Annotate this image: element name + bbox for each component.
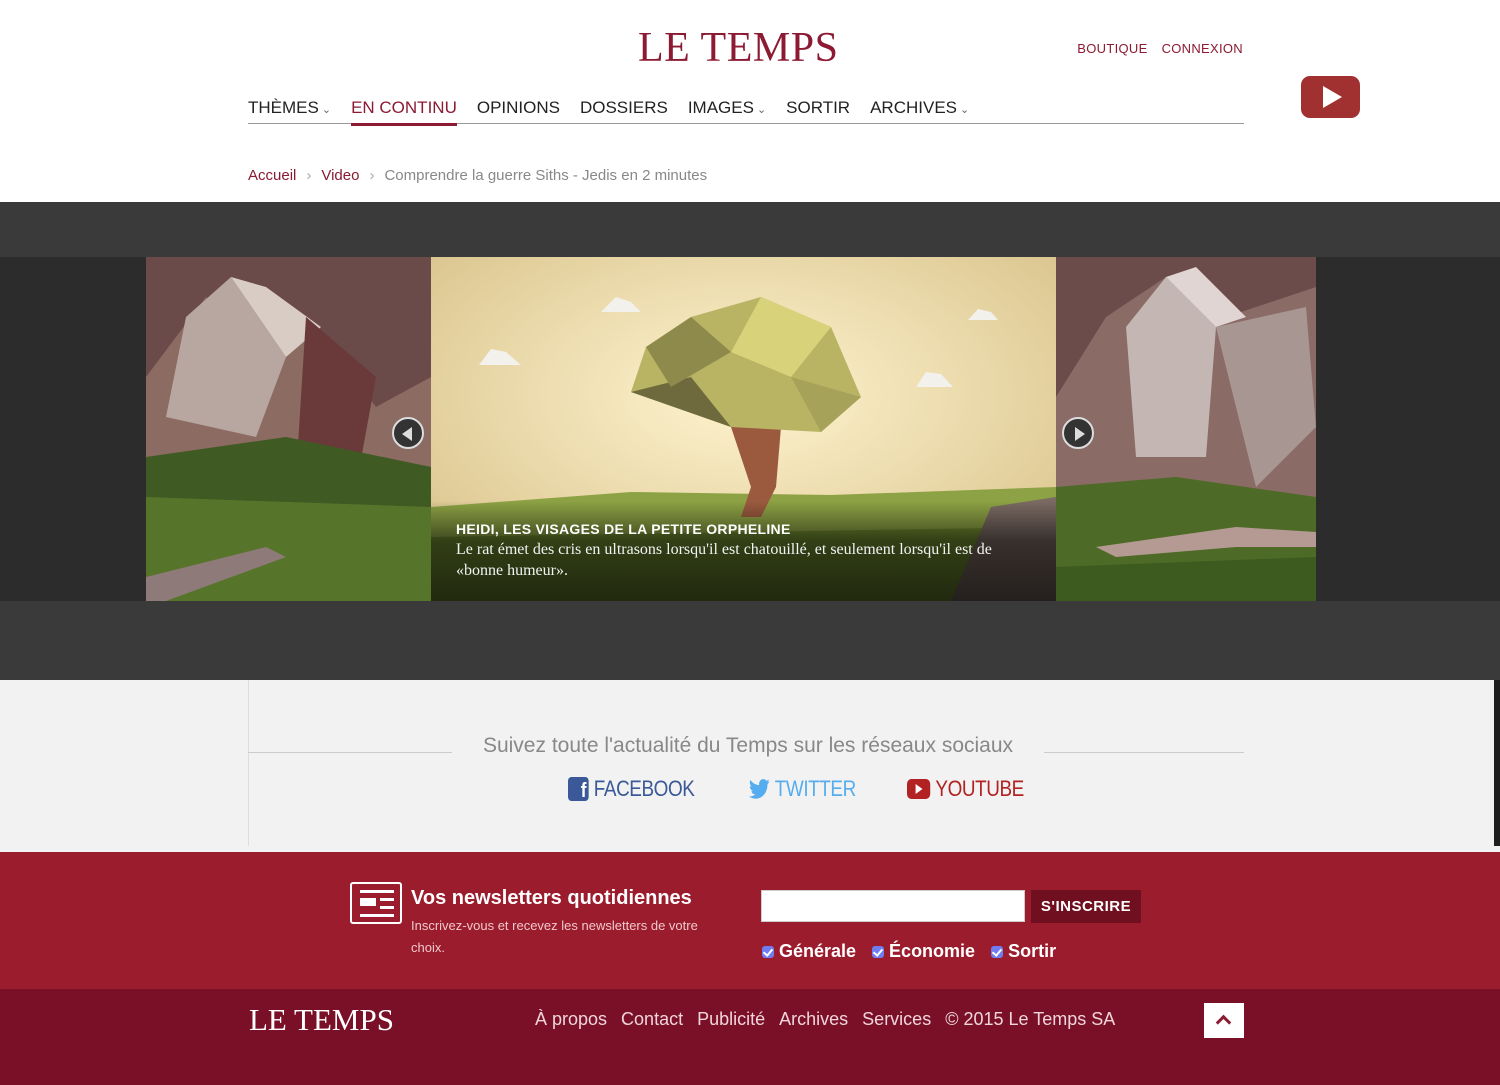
newsletter-options: Générale Économie Sortir bbox=[762, 941, 1056, 962]
chevron-up-icon bbox=[1215, 1014, 1232, 1031]
footer-logo[interactable]: LE TEMPS bbox=[249, 1002, 394, 1038]
nav-item-archives[interactable]: ARCHIVES ⌄ bbox=[870, 98, 969, 124]
option-economie[interactable]: Économie bbox=[872, 941, 975, 962]
newsletter-title: Vos newsletters quotidiennes bbox=[411, 887, 692, 909]
checkbox[interactable] bbox=[762, 945, 774, 958]
checkbox[interactable] bbox=[872, 945, 885, 958]
nav-item-opinions[interactable]: OPINIONS bbox=[477, 98, 560, 124]
footer-link-contact[interactable]: Contact bbox=[621, 1009, 683, 1030]
nav-item-sortir[interactable]: SORTIR bbox=[786, 98, 850, 124]
twitter-link[interactable]: TWITTER bbox=[749, 776, 856, 802]
social-links: f FACEBOOK TWITTER YOUTUBE bbox=[568, 776, 1043, 802]
twitter-icon bbox=[749, 779, 770, 799]
checkbox[interactable] bbox=[991, 945, 1004, 958]
footer-link-services[interactable]: Services bbox=[862, 1009, 931, 1030]
chevron-down-icon: ⌄ bbox=[960, 104, 970, 116]
option-generale[interactable]: Générale bbox=[762, 941, 856, 962]
top-links: BOUTIQUE CONNEXION bbox=[1077, 41, 1243, 56]
footer-link-a-propos[interactable]: À propos bbox=[535, 1009, 607, 1030]
nav-item-dossiers[interactable]: DOSSIERS bbox=[580, 98, 668, 124]
breadcrumb-video[interactable]: Video bbox=[321, 167, 359, 184]
slide-description: Le rat émet des cris en ultrasons lorsqu… bbox=[456, 541, 992, 579]
youtube-button[interactable] bbox=[1301, 76, 1360, 118]
slider-track: HEIDI, LES VISAGES DE LA PETITE ORPHELIN… bbox=[0, 257, 1500, 601]
newspaper-icon bbox=[350, 882, 402, 924]
youtube-link[interactable]: YOUTUBE bbox=[907, 776, 1025, 802]
slide-title[interactable]: HEIDI, LES VISAGES DE LA PETITE ORPHELIN… bbox=[456, 521, 791, 537]
slide-previous[interactable] bbox=[146, 257, 431, 601]
mountain-illustration bbox=[1056, 257, 1316, 601]
nav-item-themes[interactable]: THÈMES ⌄ bbox=[248, 98, 331, 124]
slide-next[interactable] bbox=[1056, 257, 1316, 601]
footer-link-publicite[interactable]: Publicité bbox=[697, 1009, 765, 1030]
slider-prev-button[interactable] bbox=[392, 417, 424, 449]
footer-links: À propos Contact Publicité Archives Serv… bbox=[535, 1009, 1115, 1030]
slide-caption: HEIDI, LES VISAGES DE LA PETITE ORPHELIN… bbox=[431, 501, 1056, 601]
breadcrumb: Accueil › Video › Comprendre la guerre S… bbox=[248, 167, 707, 184]
boutique-link[interactable]: BOUTIQUE bbox=[1077, 41, 1147, 56]
copyright: © 2015 Le Temps SA bbox=[945, 1009, 1116, 1029]
slide-current[interactable]: HEIDI, LES VISAGES DE LA PETITE ORPHELIN… bbox=[431, 257, 1056, 601]
email-field[interactable] bbox=[761, 890, 1025, 922]
main-nav: THÈMES ⌄ EN CONTINU OPINIONS DOSSIERS IMA… bbox=[248, 98, 1244, 126]
social-section: Suivez toute l'actualité du Temps sur le… bbox=[0, 680, 1500, 852]
breadcrumb-current: Comprendre la guerre Siths - Jedis en 2 … bbox=[384, 167, 708, 184]
site-footer: LE TEMPS À propos Contact Publicité Arch… bbox=[0, 989, 1500, 1085]
breadcrumb-accueil[interactable]: Accueil bbox=[248, 167, 296, 184]
newsletter-subtitle: Inscrivez-vous et recevez les newsletter… bbox=[411, 918, 698, 955]
mountain-illustration bbox=[146, 257, 431, 601]
connexion-link[interactable]: CONNEXION bbox=[1162, 41, 1243, 56]
nav-item-images[interactable]: IMAGES ⌄ bbox=[688, 98, 766, 124]
social-box bbox=[248, 680, 1496, 846]
youtube-icon bbox=[907, 779, 931, 799]
site-logo[interactable]: LE TEMPS bbox=[638, 24, 838, 72]
subscribe-button[interactable]: S'INSCRIRE bbox=[1031, 890, 1141, 923]
facebook-link[interactable]: f FACEBOOK bbox=[568, 776, 695, 802]
facebook-icon: f bbox=[568, 777, 589, 802]
option-sortir[interactable]: Sortir bbox=[991, 941, 1056, 962]
breadcrumb-separator: › bbox=[369, 167, 375, 184]
social-title: Suivez toute l'actualité du Temps sur le… bbox=[452, 734, 1044, 758]
play-icon bbox=[1323, 86, 1342, 108]
site-header: LE TEMPS BOUTIQUE CONNEXION THÈMES ⌄ EN C… bbox=[0, 0, 1500, 202]
arrow-left-icon bbox=[402, 427, 412, 441]
scrollbar[interactable] bbox=[1494, 680, 1500, 846]
footer-link-archives[interactable]: Archives bbox=[779, 1009, 848, 1030]
back-to-top-button[interactable] bbox=[1204, 1003, 1244, 1038]
arrow-right-icon bbox=[1075, 427, 1085, 441]
newsletter-section: Vos newsletters quotidiennes Inscrivez-v… bbox=[0, 852, 1500, 989]
video-slider: HEIDI, LES VISAGES DE LA PETITE ORPHELIN… bbox=[0, 202, 1500, 680]
slider-next-button[interactable] bbox=[1062, 417, 1094, 449]
nav-item-en-continu[interactable]: EN CONTINU bbox=[351, 98, 457, 126]
breadcrumb-separator: › bbox=[306, 167, 312, 184]
chevron-down-icon: ⌄ bbox=[756, 104, 767, 116]
chevron-down-icon: ⌄ bbox=[321, 104, 332, 116]
